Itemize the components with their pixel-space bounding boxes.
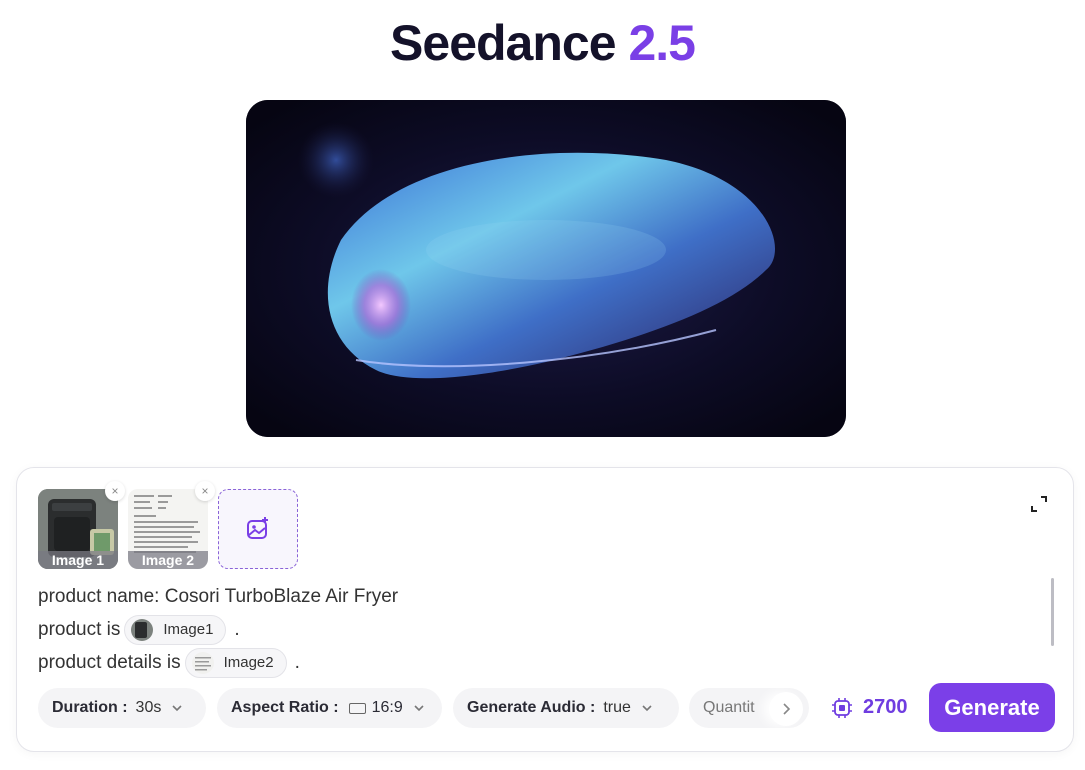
aspect-ratio-label: Aspect Ratio : xyxy=(231,699,339,716)
upload-thumbnail-1[interactable]: Image 1 xyxy=(38,489,118,569)
thumbnail-label: Image 2 xyxy=(128,551,208,569)
remove-image-2-button[interactable]: × xyxy=(195,481,215,501)
chip-thumbnail xyxy=(131,618,154,641)
credits-value: 2700 xyxy=(863,696,908,718)
ratio-rectangle-icon xyxy=(348,702,366,714)
video-preview[interactable] xyxy=(246,100,846,437)
title-version: 2.5 xyxy=(628,15,696,71)
page-title: Seedance 2.5 xyxy=(0,14,1085,72)
prompt-scrollbar[interactable] xyxy=(1051,578,1054,646)
prompt-editor[interactable]: product name: Cosori TurboBlaze Air Frye… xyxy=(38,580,1038,679)
expand-button[interactable] xyxy=(1029,494,1049,514)
add-image-icon xyxy=(247,517,268,539)
chip-thumbnail xyxy=(191,651,214,674)
expand-icon xyxy=(1031,496,1047,512)
image-reference-chip-2[interactable]: Image2 xyxy=(184,647,287,678)
thumbnail-label: Image 1 xyxy=(38,551,118,569)
duration-select[interactable]: Duration : 30s xyxy=(38,688,206,728)
close-icon: × xyxy=(111,484,119,498)
chevron-down-icon xyxy=(172,705,182,712)
quantity-label: Quantit xyxy=(703,699,755,716)
title-main: Seedance xyxy=(390,15,616,71)
chip-label: Image2 xyxy=(223,654,274,671)
prompt-text: product is xyxy=(38,618,121,640)
prompt-line-2: product is Image1 . xyxy=(38,613,1038,646)
upload-thumbnail-2[interactable]: Image 2 xyxy=(128,489,208,569)
prompt-text: . xyxy=(234,618,240,640)
add-image-button[interactable] xyxy=(218,489,298,569)
credits-chip-icon xyxy=(832,697,852,718)
prompt-text: product details is xyxy=(38,651,181,673)
prompt-text: . xyxy=(294,651,300,673)
generate-audio-label: Generate Audio : xyxy=(467,699,596,716)
duration-value: 30s xyxy=(135,699,162,716)
duration-label: Duration : xyxy=(52,699,128,716)
remove-image-1-button[interactable]: × xyxy=(105,481,125,501)
chip-label: Image1 xyxy=(163,621,214,638)
chevron-right-icon xyxy=(783,703,791,715)
chevron-down-icon xyxy=(642,705,652,712)
prompt-line-3: product details is Image2 . xyxy=(38,646,1038,679)
generate-button[interactable]: Generate xyxy=(929,683,1055,732)
preview-artwork xyxy=(246,100,846,437)
prompt-text: product name: Cosori TurboBlaze Air Frye… xyxy=(38,585,399,607)
chevron-down-icon xyxy=(414,705,424,712)
prompt-panel: Image 1 × Image 2 × product name: Cosori… xyxy=(16,467,1074,752)
generate-audio-select[interactable]: Generate Audio : true xyxy=(453,688,679,728)
credits-display: 2700 xyxy=(831,696,908,719)
scroll-controls-right-button[interactable] xyxy=(769,692,803,726)
aspect-ratio-select[interactable]: Aspect Ratio : 16:9 xyxy=(217,688,442,728)
prompt-line-1: product name: Cosori TurboBlaze Air Frye… xyxy=(38,580,1038,613)
generate-audio-value: true xyxy=(603,699,631,716)
close-icon: × xyxy=(201,484,209,498)
image-reference-chip-1[interactable]: Image1 xyxy=(124,614,227,645)
aspect-ratio-value: 16:9 xyxy=(371,699,403,716)
